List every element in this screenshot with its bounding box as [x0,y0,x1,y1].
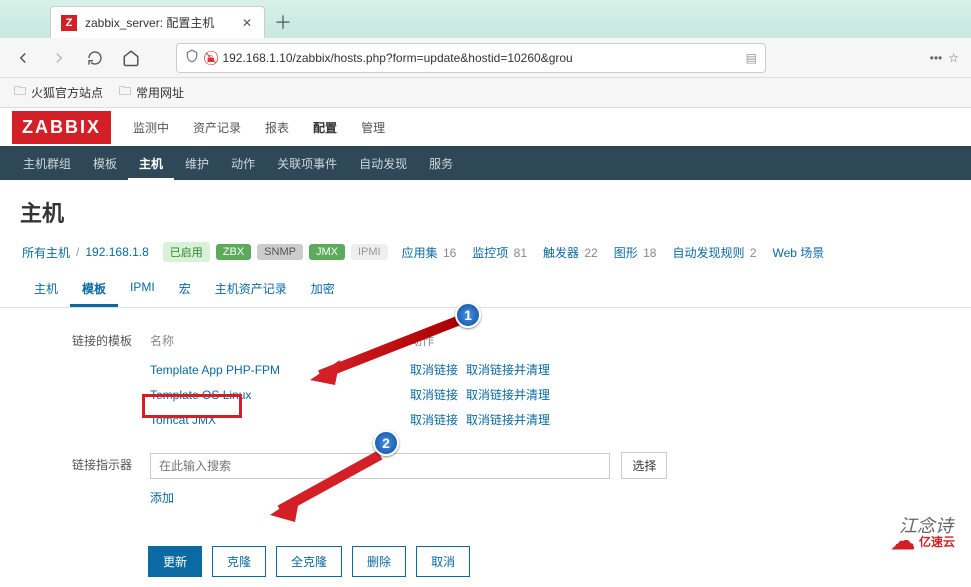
delete-button[interactable]: 删除 [352,546,406,577]
home-button[interactable] [120,47,142,69]
pill-jmx: JMX [309,244,345,260]
bookmark-item-firefox[interactable]: 🗀 火狐官方站点 [14,82,103,103]
bookmark-bar: 🗀 火狐官方站点 🗀 常用网址 [0,78,971,108]
nav-inventory[interactable]: 资产记录 [181,109,253,146]
linked-templates-label: 链接的模板 [30,328,150,432]
page-title: 主机 [0,180,971,238]
tab-macros[interactable]: 宏 [167,270,203,307]
tab-templates[interactable]: 模板 [70,270,118,307]
host-tabs: 主机 模板 IPMI 宏 主机资产记录 加密 [0,270,971,308]
nav-reports[interactable]: 报表 [253,109,301,146]
select-button[interactable]: 选择 [621,452,667,479]
folder-icon: 🗀 [14,82,26,103]
subnav-maintenance[interactable]: 维护 [174,146,220,181]
fullclone-button[interactable]: 全克隆 [276,546,342,577]
link-webscenarios[interactable]: Web 场景 [773,244,825,261]
cancel-button[interactable]: 取消 [416,546,470,577]
zabbix-main-nav: 监测中 资产记录 报表 配置 管理 [121,109,397,146]
reload-button[interactable] [84,47,106,69]
clone-button[interactable]: 克隆 [212,546,266,577]
tab-encryption[interactable]: 加密 [299,270,347,307]
tab-ipmi[interactable]: IPMI [118,270,167,307]
zabbix-sub-nav: 主机群组 模板 主机 维护 动作 关联项事件 自动发现 服务 [0,146,971,180]
subnav-correlation[interactable]: 关联项事件 [266,146,348,181]
cloud-icon: ☁ [891,527,915,556]
crumb-allhosts[interactable]: 所有主机 [22,244,70,261]
pill-zbx: ZBX [216,244,251,260]
breadcrumb-sep: / [76,245,79,259]
template-link[interactable]: Template OS Linux [150,388,251,402]
link-applications[interactable]: 应用集 16 [402,244,457,261]
callout-2: 2 [373,430,399,456]
browser-nav-bar: 🔒⃠ 192.168.1.10/zabbix/hosts.php?form=up… [0,38,971,78]
col-action: 动作 [410,328,610,357]
insecure-icon: 🔒⃠ [207,49,214,66]
actions-row: 更新 克隆 全克隆 删除 取消 [148,546,971,587]
unlink-clear-link[interactable]: 取消链接并清理 [466,363,550,377]
crumb-hostname[interactable]: 192.168.1.8 [85,245,148,259]
browser-tab[interactable]: Z zabbix_server: 配置主机 ✕ [50,6,265,38]
nav-configuration[interactable]: 配置 [301,109,349,146]
col-name: 名称 [150,328,410,357]
watermark-logo: ☁亿速云 [891,527,955,556]
new-tab-button[interactable]: ＋ [269,8,297,36]
unlink-clear-link[interactable]: 取消链接并清理 [466,413,550,427]
nav-administration[interactable]: 管理 [349,109,397,146]
template-row: Template OS Linux 取消链接取消链接并清理 [150,382,610,407]
breadcrumb: 所有主机 / 192.168.1.8 已启用 ZBX SNMP JMX IPMI… [0,238,971,270]
unlink-link[interactable]: 取消链接 [410,413,458,427]
browser-more-icon[interactable]: ••• [930,51,943,65]
link-items[interactable]: 监控项 81 [472,244,527,261]
bookmark-label: 火狐官方站点 [31,84,103,101]
zabbix-logo[interactable]: ZABBIX [12,111,111,144]
browser-tab-bar: Z zabbix_server: 配置主机 ✕ ＋ [0,0,971,38]
tab-host[interactable]: 主机 [22,270,70,307]
subnav-hosts[interactable]: 主机 [128,146,174,181]
shield-icon [185,49,199,66]
template-link[interactable]: Template App PHP-FPM [150,363,280,377]
tab-inventory[interactable]: 主机资产记录 [203,270,299,307]
subnav-discovery[interactable]: 自动发现 [348,146,418,181]
subnav-services[interactable]: 服务 [418,146,464,181]
forward-button[interactable] [48,47,70,69]
link-graphs[interactable]: 图形 18 [614,244,657,261]
url-bar[interactable]: 🔒⃠ 192.168.1.10/zabbix/hosts.php?form=up… [176,43,766,73]
callout-1: 1 [455,302,481,328]
form-area: 链接的模板 名称 动作 Template App PHP-FPM 取消链接取消链… [0,308,971,546]
linked-templates-table: 名称 动作 Template App PHP-FPM 取消链接取消链接并清理 T… [150,328,610,432]
update-button[interactable]: 更新 [148,546,202,577]
link-search-input[interactable] [150,453,610,479]
add-link[interactable]: 添加 [150,489,174,506]
unlink-link[interactable]: 取消链接 [410,363,458,377]
link-triggers[interactable]: 触发器 22 [543,244,598,261]
pill-snmp: SNMP [257,244,303,260]
template-row: Template App PHP-FPM 取消链接取消链接并清理 [150,357,610,382]
nav-monitoring[interactable]: 监测中 [121,109,181,146]
template-row: Tomcat JMX 取消链接取消链接并清理 [150,407,610,432]
template-link[interactable]: Tomcat JMX [150,413,216,427]
link-indicator-label: 链接指示器 [30,452,150,506]
reader-icon[interactable]: ▤ [746,51,757,65]
unlink-link[interactable]: 取消链接 [410,388,458,402]
zabbix-app: ZABBIX 监测中 资产记录 报表 配置 管理 主机群组 模板 主机 维护 动… [0,108,971,587]
tab-title-text: zabbix_server: 配置主机 [85,14,234,31]
status-enabled-pill: 已启用 [163,242,210,262]
folder-icon: 🗀 [119,82,131,103]
bookmark-item-common[interactable]: 🗀 常用网址 [119,82,184,103]
url-text: 192.168.1.10/zabbix/hosts.php?form=updat… [222,51,739,65]
zabbix-favicon: Z [61,15,77,31]
zabbix-header: ZABBIX 监测中 资产记录 报表 配置 管理 [0,108,971,146]
bookmark-label: 常用网址 [136,84,184,101]
subnav-templates[interactable]: 模板 [82,146,128,181]
back-button[interactable] [12,47,34,69]
subnav-actions[interactable]: 动作 [220,146,266,181]
subnav-hostgroups[interactable]: 主机群组 [12,146,82,181]
link-discovery[interactable]: 自动发现规则 2 [672,244,756,261]
bookmark-star-icon[interactable]: ☆ [948,51,959,65]
close-icon[interactable]: ✕ [240,16,254,30]
unlink-clear-link[interactable]: 取消链接并清理 [466,388,550,402]
pill-ipmi: IPMI [351,244,388,260]
